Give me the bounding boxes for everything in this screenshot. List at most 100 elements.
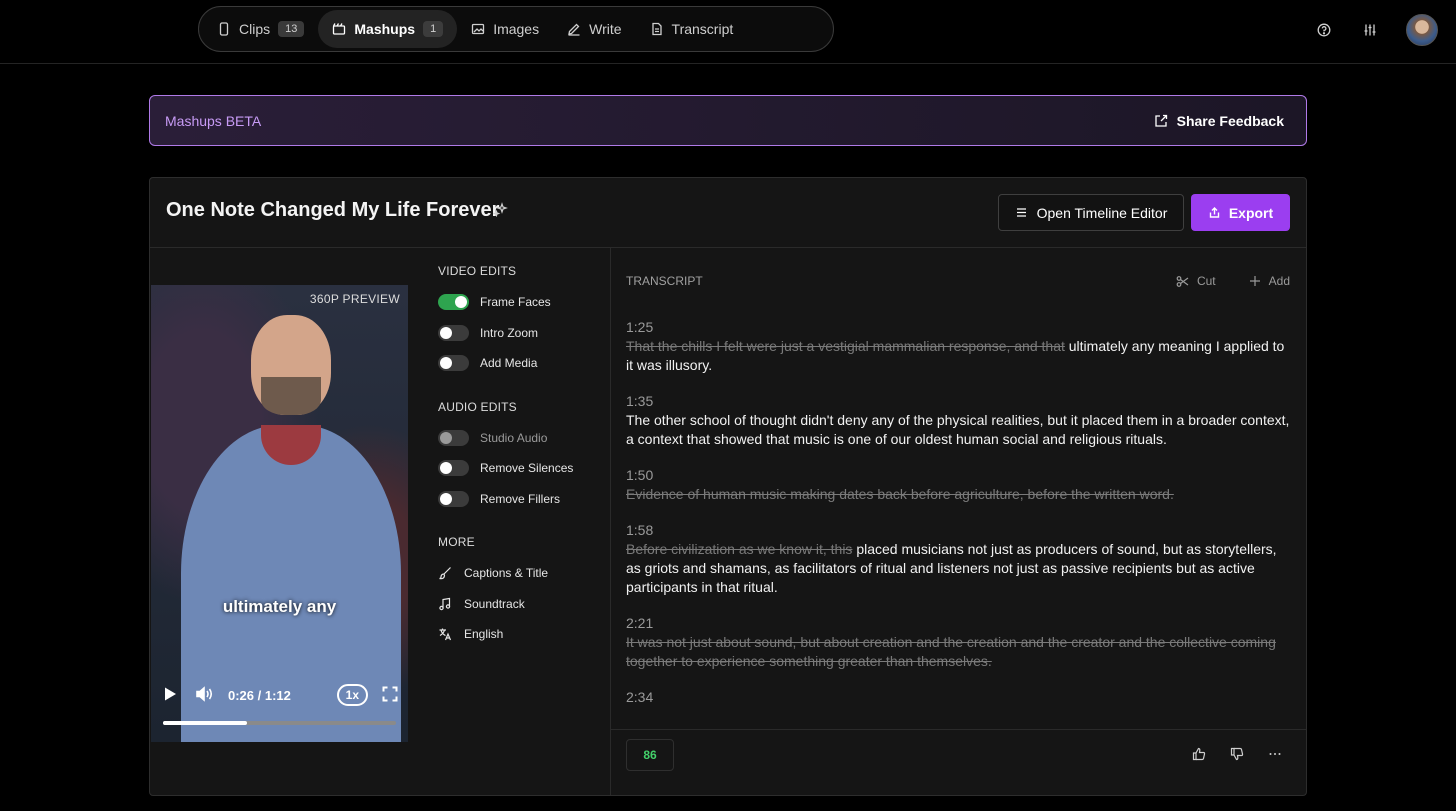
add-button[interactable]: Add [1249,274,1290,288]
add-media-toggle[interactable] [438,355,469,372]
sliders-icon[interactable] [1360,20,1380,40]
intro-zoom-option[interactable]: Intro Zoom [438,318,608,349]
timeline-label: Open Timeline Editor [1036,204,1168,221]
volume-icon[interactable] [195,685,214,706]
frame-faces-option[interactable]: Frame Faces [438,287,608,318]
option-label: Soundtrack [464,596,525,611]
music-note-icon [439,597,451,610]
frame-faces-toggle[interactable] [438,294,469,311]
segment-text[interactable]: Evidence of human music making dates bac… [626,485,1290,504]
add-label: Add [1268,274,1290,288]
transcript-actions: Cut Add [1176,274,1290,288]
remove-silences-option[interactable]: Remove Silences [438,453,608,484]
segment-text[interactable]: That the chills I felt were just a vesti… [626,337,1290,375]
tab-label: Images [493,21,540,37]
thumbs-down-icon[interactable] [1230,747,1244,761]
tab-mashups[interactable]: Mashups 1 [318,10,458,48]
scissors-icon [1176,275,1189,287]
cut-text[interactable]: Evidence of human music making dates bac… [626,486,1174,502]
audio-edits-title: AUDIO EDITS [438,399,517,414]
kept-text[interactable]: The other school of thought didn't deny … [626,412,1289,447]
brush-icon [439,567,451,580]
remove-fillers-option[interactable]: Remove Fillers [438,484,608,515]
cut-text[interactable]: It was not just about sound, but about c… [626,634,1276,669]
transcript-segment[interactable]: 1:35 The other school of thought didn't … [626,392,1290,449]
fullscreen-icon[interactable] [382,686,398,705]
intro-zoom-toggle[interactable] [438,324,469,341]
tab-transcript[interactable]: Transcript [636,10,748,48]
more-title: MORE [438,535,475,549]
transcript-title: TRANSCRIPT [626,274,703,288]
segment-timestamp: 2:21 [626,615,654,631]
clapperboard-icon [333,23,346,35]
tab-images[interactable]: Images [457,10,553,48]
video-edits-title: VIDEO EDITS [438,264,517,278]
cut-text[interactable]: Before civilization as we know it, this [626,541,852,557]
transcript-segment[interactable]: 2:21 It was not just about sound, but ab… [626,614,1290,671]
edits-panel: VIDEO EDITS Frame Faces Intro Zoom Add M… [438,264,608,650]
share-feedback-button[interactable]: Share Feedback [1154,113,1284,129]
feedback-icons [1192,747,1282,761]
playback-speed-button[interactable]: 1x [336,684,368,706]
option-label: Intro Zoom [480,325,539,340]
transcript-segment[interactable]: 2:34 [626,688,1290,707]
mashup-card: One Note Changed My Life Forever Open Ti… [149,177,1307,796]
open-timeline-editor-button[interactable]: Open Timeline Editor [998,194,1184,231]
segment-timestamp: 1:35 [626,393,654,409]
sparkle-icon[interactable] [492,202,508,220]
studio-audio-toggle[interactable] [438,429,469,446]
virality-score-badge: 86 [626,739,674,771]
transcript-segment[interactable]: 1:58 Before civilization as we know it, … [626,521,1290,597]
mashups-count-badge: 1 [423,21,444,37]
more-options-icon[interactable] [1268,747,1282,761]
play-icon[interactable] [161,685,179,706]
translate-icon [439,628,452,641]
top-bar: Clips 13 Mashups 1 Images Write Transcri… [0,0,1456,64]
option-label: Frame Faces [480,295,551,310]
video-preview[interactable]: 360P PREVIEW ultimately any 0:26 / 1:12 … [151,285,408,742]
segment-text[interactable]: Before civilization as we know it, this … [626,540,1290,597]
segment-text[interactable]: It was not just about sound, but about c… [626,633,1290,671]
add-media-option[interactable]: Add Media [438,348,608,379]
option-label: English [464,627,504,642]
captions-title-option[interactable]: Captions & Title [438,558,608,589]
transcript-segment[interactable]: 1:50 Evidence of human music making date… [626,466,1290,504]
plus-icon [1249,276,1260,286]
help-icon[interactable] [1314,20,1334,40]
tab-write[interactable]: Write [553,10,635,48]
segment-text[interactable]: The other school of thought didn't deny … [626,411,1290,449]
beta-banner: Mashups BETA Share Feedback [149,95,1307,146]
tab-label: Mashups [354,21,416,37]
document-icon [651,22,662,36]
playback-progress-fill [163,721,247,725]
transcript-footer: 86 [611,729,1306,795]
cut-text[interactable]: That the chills I felt were just a vesti… [626,338,1065,354]
avatar[interactable] [1406,14,1438,46]
top-right-tools [1314,14,1438,46]
segment-timestamp: 1:25 [626,319,654,335]
language-option[interactable]: English [438,619,608,650]
thumbs-up-icon[interactable] [1192,747,1206,761]
playback-time: 0:26 / 1:12 [228,687,291,703]
tab-clips[interactable]: Clips 13 [203,10,318,48]
studio-audio-option[interactable]: Studio Audio [438,423,608,454]
segment-timestamp: 2:34 [626,689,654,705]
clips-count-badge: 13 [278,21,305,37]
option-label: Remove Silences [480,461,574,476]
soundtrack-option[interactable]: Soundtrack [438,589,608,620]
banner-title: Mashups BETA [165,112,262,129]
image-icon [472,23,485,35]
export-button[interactable]: Export [1191,194,1290,231]
list-icon [1016,208,1026,217]
segment-timestamp: 1:58 [626,522,654,538]
preview-quality-label: 360P PREVIEW [309,292,400,306]
pencil-icon [568,23,580,36]
remove-silences-toggle[interactable] [438,460,469,477]
playback-progress-bar[interactable] [163,721,396,725]
video-caption: ultimately any [222,597,337,616]
transcript-segment[interactable]: 1:25 That the chills I felt were just a … [626,318,1290,375]
cut-button[interactable]: Cut [1176,274,1216,288]
remove-fillers-toggle[interactable] [438,490,469,507]
share-upload-icon [1209,207,1220,218]
segment-timestamp: 1:50 [626,467,654,483]
